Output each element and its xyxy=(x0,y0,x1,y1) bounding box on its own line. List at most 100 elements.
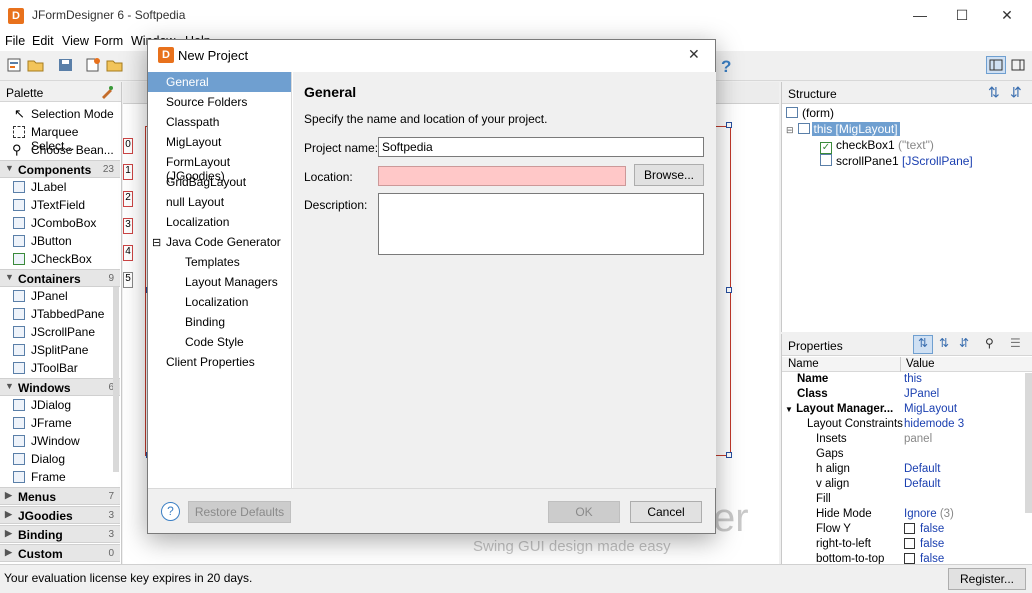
menu-view[interactable]: View xyxy=(62,34,89,48)
resize-handle[interactable] xyxy=(726,287,732,293)
palette-item-jframe[interactable]: JFrame xyxy=(0,414,116,432)
open-folder-icon[interactable] xyxy=(27,57,45,73)
ok-button[interactable]: OK xyxy=(548,501,620,523)
sort-alpha-icon[interactable]: ⇵ xyxy=(959,336,969,350)
category-binding[interactable]: ▶ Binding 3 xyxy=(0,525,120,543)
nav-binding[interactable]: Binding xyxy=(148,312,291,332)
palette-item-jtabbedpane[interactable]: JTabbedPane xyxy=(0,305,116,323)
nav-source-folders[interactable]: Source Folders xyxy=(148,92,291,112)
menu-edit[interactable]: Edit xyxy=(32,34,54,48)
properties-scrollbar[interactable] xyxy=(1025,373,1032,513)
sort-order-icon[interactable]: ⇅ xyxy=(939,336,949,350)
nav-layout-managers[interactable]: Layout Managers xyxy=(148,272,291,292)
palette-item-jcheckbox[interactable]: JCheckBox xyxy=(0,250,116,268)
menu-file[interactable]: File xyxy=(5,34,25,48)
palette-item-jlabel[interactable]: JLabel xyxy=(0,178,116,196)
checkbox[interactable] xyxy=(904,523,915,534)
location-field[interactable] xyxy=(378,166,626,186)
help-icon[interactable]: ? xyxy=(161,502,180,521)
nav-miglayout[interactable]: MigLayout xyxy=(148,132,291,152)
tool-selection-mode[interactable]: ↖ Selection Mode xyxy=(0,105,116,123)
dialog-close-icon[interactable]: ✕ xyxy=(688,46,700,63)
row-number[interactable]: 5 xyxy=(123,272,133,288)
property-row[interactable]: Fill xyxy=(782,493,1025,508)
palette-item-jsplitpane[interactable]: JSplitPane xyxy=(0,341,116,359)
palette-item-jpanel[interactable]: JPanel xyxy=(0,287,116,305)
row-number[interactable]: 2 xyxy=(123,191,133,207)
expand-all-icon[interactable]: ⇅ xyxy=(988,84,1000,101)
row-number[interactable]: 3 xyxy=(123,218,133,234)
collapse-toggle-icon[interactable]: ⊟ xyxy=(786,125,794,135)
maximize-icon[interactable]: ☐ xyxy=(947,5,977,25)
nav-classpath[interactable]: Classpath xyxy=(148,112,291,132)
collapse-toggle-icon[interactable]: ⊟ xyxy=(152,236,161,249)
property-row[interactable]: Flow Yfalse xyxy=(782,523,1025,538)
close-icon[interactable]: ✕ xyxy=(992,5,1022,25)
property-row[interactable]: right-to-left false xyxy=(782,538,1025,553)
palette-item-jcombobox[interactable]: JComboBox xyxy=(0,214,116,232)
palette-scrollbar[interactable] xyxy=(113,287,119,472)
property-row[interactable]: h align Default xyxy=(782,463,1025,478)
nav-code-style[interactable]: Code Style xyxy=(148,332,291,352)
nav-codegen-localization[interactable]: Localization xyxy=(148,292,291,312)
browse-button[interactable]: Browse... xyxy=(634,164,704,186)
save-icon[interactable] xyxy=(57,57,75,73)
cancel-button[interactable]: Cancel xyxy=(630,501,702,523)
category-windows[interactable]: ▼ Windows 6 xyxy=(0,378,120,396)
palette-item-frame[interactable]: Frame xyxy=(0,468,116,486)
category-jgoodies[interactable]: ▶ JGoodies 3 xyxy=(0,506,120,524)
split-view-icon[interactable] xyxy=(1010,57,1028,73)
tree-node-this[interactable]: ⊟ this [MigLayout] xyxy=(786,122,900,136)
column-value[interactable]: Value xyxy=(906,358,935,370)
row-number[interactable]: 0 xyxy=(123,138,133,154)
property-row[interactable]: Class JPanel xyxy=(782,388,1025,403)
palette-item-jscrollpane[interactable]: JScrollPane xyxy=(0,323,116,341)
filter-icon[interactable]: ☰ xyxy=(1010,336,1021,350)
property-row[interactable]: v align Default xyxy=(782,478,1025,493)
palette-item-jwindow[interactable]: JWindow xyxy=(0,432,116,450)
checkbox[interactable] xyxy=(904,553,915,564)
layout-view-icon[interactable] xyxy=(986,56,1006,74)
nav-gridbaglayout[interactable]: GridBagLayout xyxy=(148,172,291,192)
nav-general[interactable]: General xyxy=(148,72,291,92)
tree-node-scrollpane1[interactable]: scrollPane1 [JScrollPane] xyxy=(820,154,973,168)
open-project-icon[interactable] xyxy=(106,57,124,73)
nav-null-layout[interactable]: null Layout xyxy=(148,192,291,212)
tool-choose-bean[interactable]: ⚲ Choose Bean... xyxy=(0,141,116,159)
property-row[interactable]: Name this xyxy=(782,373,1025,388)
property-row[interactable]: ▼ Layout Manager... MigLayout xyxy=(782,403,1025,418)
menu-form[interactable]: Form xyxy=(94,34,123,48)
category-containers[interactable]: ▼ Containers 9 xyxy=(0,269,120,287)
tree-node-checkbox1[interactable]: ✓ checkBox1 ("text") xyxy=(820,138,934,154)
project-name-field[interactable]: Softpedia xyxy=(378,137,704,157)
palette-item-jdialog[interactable]: JDialog xyxy=(0,396,116,414)
category-custom[interactable]: ▶ Custom 0 xyxy=(0,544,120,562)
category-menus[interactable]: ▶ Menus 7 xyxy=(0,487,120,505)
palette-item-jtextfield[interactable]: JTextField xyxy=(0,196,116,214)
palette-options-icon[interactable] xyxy=(100,85,114,102)
nav-templates[interactable]: Templates xyxy=(148,252,291,272)
property-row[interactable]: Hide Mode Ignore (3) xyxy=(782,508,1025,523)
nav-localization[interactable]: Localization xyxy=(148,212,291,232)
nav-formlayout[interactable]: FormLayout (JGoodies) xyxy=(148,152,291,183)
property-row[interactable]: bottom-to-top false xyxy=(782,553,1025,564)
property-row[interactable]: Layout Constraints hidemode 3 xyxy=(782,418,1025,433)
collapse-all-icon[interactable]: ⇵ xyxy=(1010,84,1022,101)
resize-handle[interactable] xyxy=(726,122,732,128)
property-row[interactable]: Insets panel xyxy=(782,433,1025,448)
checkbox[interactable] xyxy=(904,538,915,549)
register-button[interactable]: Register... xyxy=(948,568,1026,590)
palette-item-jtoolbar[interactable]: JToolBar xyxy=(0,359,116,377)
palette-item-dialog[interactable]: Dialog xyxy=(0,450,116,468)
tree-node-form[interactable]: (form) xyxy=(786,106,834,120)
category-components[interactable]: ▼ Components 23 xyxy=(0,160,120,178)
help-icon[interactable]: ? xyxy=(721,57,739,76)
new-project-icon[interactable] xyxy=(85,57,103,73)
nav-java-code-generator[interactable]: ⊟ Java Code Generator xyxy=(148,232,291,252)
resize-handle[interactable] xyxy=(726,452,732,458)
row-number[interactable]: 4 xyxy=(123,245,133,261)
description-field[interactable] xyxy=(378,193,704,255)
restore-defaults-button[interactable]: Restore Defaults xyxy=(188,501,291,523)
minimize-icon[interactable]: — xyxy=(905,5,935,25)
nav-client-properties[interactable]: Client Properties xyxy=(148,352,291,372)
